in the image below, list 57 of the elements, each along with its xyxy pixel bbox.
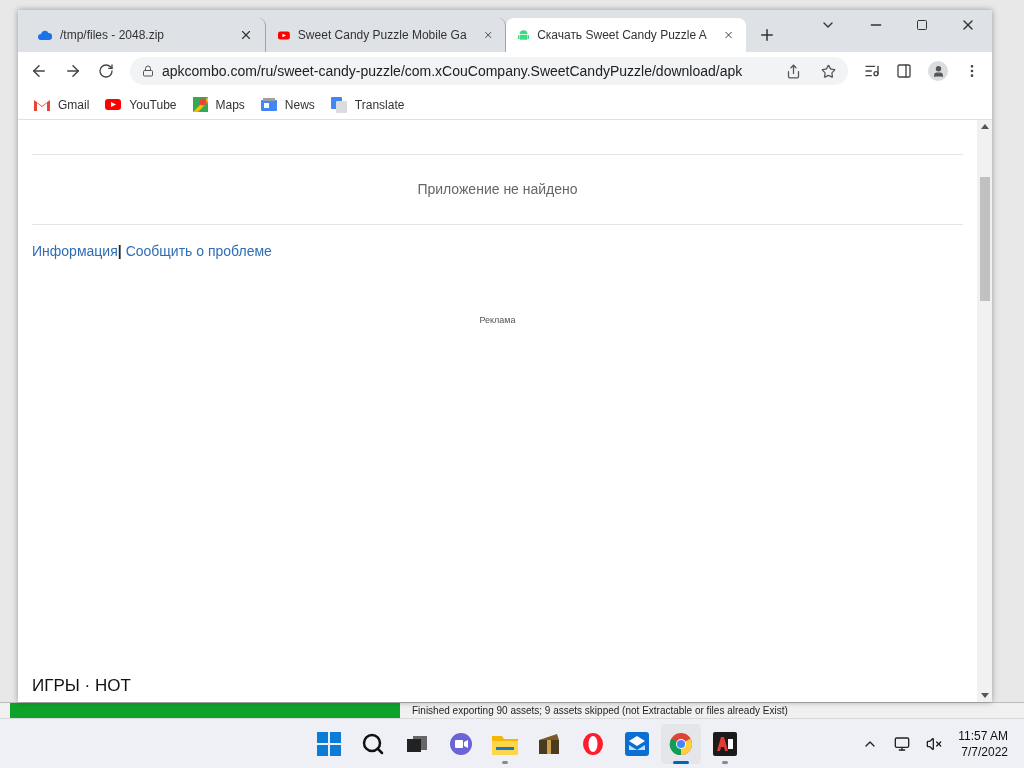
ring-icon	[581, 731, 606, 756]
youtube-icon	[105, 99, 122, 110]
back-icon[interactable]	[30, 62, 48, 80]
bookmark[interactable]: Gmail	[34, 95, 90, 114]
close-tab-icon[interactable]	[239, 28, 253, 42]
bookmark[interactable]: Maps	[192, 95, 245, 114]
search-icon	[361, 731, 386, 756]
scroll-up-arrow-icon[interactable]	[980, 124, 989, 129]
media-icon[interactable]	[864, 63, 880, 79]
bookmark-star-icon[interactable]	[821, 63, 836, 79]
map-pin-icon	[192, 97, 208, 112]
chrome-logo-icon	[669, 731, 694, 756]
share-icon[interactable]	[786, 63, 801, 79]
windows-logo-icon	[317, 731, 342, 756]
as-app-icon	[713, 731, 738, 756]
reload-icon[interactable]	[98, 63, 114, 79]
section-heading: ИГРЫ · HOT	[32, 674, 132, 697]
bookmark[interactable]: News	[260, 95, 315, 114]
tab-title: Sweet Candy Puzzle Mobile Ga	[297, 27, 467, 44]
archive-icon	[537, 731, 562, 756]
link-separator: |	[117, 242, 122, 261]
report-problem-link[interactable]: Сообщить о проблеме	[125, 241, 272, 262]
new-tab-icon[interactable]	[758, 26, 776, 44]
scroll-down-arrow-icon[interactable]	[980, 693, 989, 698]
youtube-icon	[278, 29, 290, 41]
running-indicator	[673, 760, 690, 764]
browser-tab[interactable]: Скачать Sweet Candy Puzzle A	[506, 18, 746, 52]
task-view-icon	[405, 733, 430, 754]
volume-muted-icon[interactable]	[926, 735, 943, 752]
side-panel-icon[interactable]	[896, 63, 912, 79]
profile-icon[interactable]	[928, 61, 948, 81]
video-chat-icon	[449, 731, 474, 756]
translate-icon	[330, 96, 347, 113]
network-icon[interactable]	[894, 735, 911, 752]
bookmark[interactable]: Translate	[330, 95, 405, 114]
tab-title: Скачать Sweet Candy Puzzle A	[537, 27, 707, 44]
scrollbar[interactable]	[977, 120, 992, 702]
status-text: Finished exporting 90 assets; 9 assets skipped (not Extractable or files already Exist)	[412, 704, 788, 718]
ad-label: Реклама	[478, 314, 517, 327]
mail-icon	[34, 98, 50, 111]
lock-icon	[142, 65, 154, 77]
forward-icon[interactable]	[64, 62, 82, 80]
clock[interactable]: 11:57 AM 7/7/2022	[958, 727, 1008, 760]
not-found-message: Приложение не найдено	[32, 155, 963, 225]
running-indicator	[722, 760, 729, 764]
maximize-icon[interactable]	[916, 19, 928, 31]
url-text: apkcombo.com/ru/sweet-candy-puzzle/com.xCouCompany.SweetCandyPuzzle/download/apk	[162, 61, 744, 81]
running-indicator	[502, 760, 509, 764]
scrollbar-thumb[interactable]	[979, 177, 990, 301]
android-icon	[518, 27, 530, 43]
bookmark[interactable]: YouTube	[105, 95, 177, 114]
inbox-icon	[625, 731, 650, 756]
tab-title: /tmp/files - 2048.zip	[60, 27, 165, 44]
newspaper-icon	[260, 98, 277, 111]
address-bar[interactable]: apkcombo.com/ru/sweet-candy-puzzle/com.xCouCompany.SweetCandyPuzzle/download/apk	[130, 57, 848, 85]
cloud-icon	[38, 30, 52, 40]
info-link[interactable]: Информация	[32, 241, 118, 262]
